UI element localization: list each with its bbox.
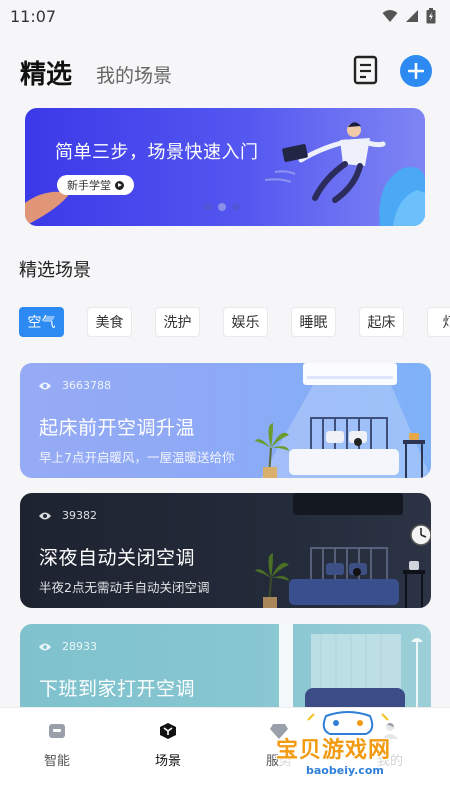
- chip-laundry[interactable]: 洗护: [155, 307, 200, 337]
- header: 精选 我的场景: [0, 48, 450, 98]
- card-subtitle: 早上7点开启暖风，一屋温暖送给你: [39, 450, 235, 465]
- card-title: 深夜自动关闭空调: [39, 547, 196, 569]
- bedroom-morning-illustration: [255, 363, 431, 478]
- beginner-guide-button[interactable]: 新手学堂: [57, 175, 134, 195]
- document-icon: [353, 55, 378, 85]
- category-chips: 空气 美食 洗护 娱乐 睡眠 起床 灯: [19, 307, 450, 337]
- chip-entertainment[interactable]: 娱乐: [223, 307, 268, 337]
- status-time: 11:07: [10, 6, 57, 26]
- chip-food[interactable]: 美食: [87, 307, 132, 337]
- battery-icon: [426, 8, 436, 24]
- card-views: 28933: [38, 640, 97, 653]
- card-title: 下班到家打开空调: [39, 678, 196, 700]
- chip-wakeup[interactable]: 起床: [359, 307, 404, 337]
- scene-card[interactable]: 39382 深夜自动关闭空调 半夜2点无需动手自动关闭空调: [20, 493, 431, 608]
- status-icons: [382, 8, 436, 24]
- banner-dot-active[interactable]: [218, 203, 226, 211]
- scene-card[interactable]: 3663788 起床前开空调升温 早上7点开启暖风，一屋温暖送给你: [20, 363, 431, 478]
- chip-light[interactable]: 灯: [427, 307, 450, 337]
- doc-button[interactable]: [352, 54, 380, 86]
- site-watermark: 宝贝游戏网 baobeiy.com: [268, 704, 428, 796]
- scene-cube-icon: [160, 723, 176, 739]
- banner-dot[interactable]: [204, 203, 212, 211]
- wifi-icon: [382, 10, 398, 22]
- chip-sleep[interactable]: 睡眠: [291, 307, 336, 337]
- beginner-guide-label: 新手学堂: [67, 179, 111, 192]
- banner-pagination: [204, 203, 240, 211]
- tab-featured[interactable]: 精选: [20, 54, 72, 91]
- card-view-count: 28933: [62, 640, 97, 653]
- banner-title: 简单三步，场景快速入门: [55, 142, 259, 163]
- eye-icon: [39, 512, 51, 519]
- card-view-count: 39382: [62, 509, 97, 522]
- banner-dot[interactable]: [232, 203, 240, 211]
- home-device-icon: [49, 724, 65, 738]
- tab-label: 场景: [154, 754, 181, 769]
- plus-icon: [408, 63, 424, 79]
- play-icon: [115, 180, 124, 190]
- tab-scene[interactable]: 场景: [133, 722, 203, 769]
- bedroom-night-illustration: [255, 493, 431, 608]
- add-scene-button[interactable]: [400, 55, 432, 87]
- watermark-url: baobeiy.com: [306, 764, 384, 777]
- banner[interactable]: 简单三步，场景快速入门 新手学堂: [25, 108, 425, 226]
- tab-smart[interactable]: 智能: [22, 722, 92, 769]
- eye-icon: [39, 382, 51, 389]
- tab-my-scenes[interactable]: 我的场景: [96, 61, 172, 88]
- status-bar: 11:07: [0, 0, 450, 32]
- card-subtitle: 半夜2点无需动手自动关闭空调: [39, 580, 210, 595]
- section-title: 精选场景: [19, 260, 91, 281]
- signal-icon: [406, 10, 418, 22]
- eye-icon: [39, 643, 51, 650]
- tab-label: 智能: [43, 754, 70, 769]
- card-title: 起床前开空调升温: [39, 417, 196, 439]
- card-view-count: 3663788: [62, 379, 111, 392]
- card-views: 39382: [38, 509, 97, 522]
- chip-air[interactable]: 空气: [19, 307, 64, 337]
- card-views: 3663788: [38, 379, 111, 392]
- watermark-text: 宝贝游戏网: [276, 738, 392, 763]
